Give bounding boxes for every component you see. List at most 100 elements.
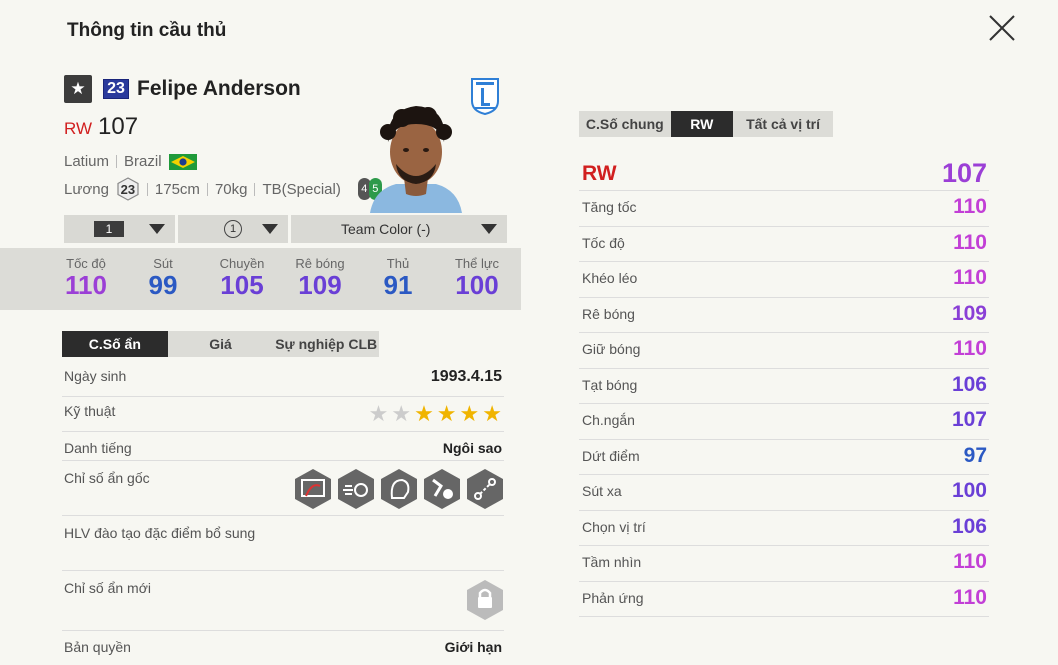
- attribute-value: 109: [951, 301, 987, 325]
- chevron-down-icon: [481, 224, 497, 234]
- trait-speed-dribbler-icon[interactable]: [337, 468, 375, 510]
- attribute-value: 110: [953, 550, 987, 573]
- summary-stat: Rê bóng 109: [295, 256, 345, 300]
- team-color-value: Team Color (-): [341, 221, 431, 237]
- attribute-row: Phản ứng 110: [579, 582, 989, 617]
- attribute-label: Tầm nhìn: [582, 554, 642, 570]
- coach-traits-row: HLV đào tạo đặc điểm bổ sung: [62, 516, 504, 571]
- summary-stat: Thể lực 100: [454, 256, 500, 300]
- lock-icon[interactable]: [466, 579, 504, 621]
- birth-date: 1993.4.15: [430, 368, 502, 385]
- attribute-value: 100: [951, 479, 987, 502]
- player-overall: 107: [98, 113, 139, 140]
- attribute-value: 110: [953, 585, 987, 609]
- attribute-value: 97: [963, 443, 987, 467]
- attribute-row: Rê bóng 109: [579, 298, 989, 333]
- attribute-row: Chọn vị trí 106: [579, 511, 989, 546]
- salary-badge: 23: [116, 177, 140, 201]
- attribute-row: Tăng tốc 110: [579, 191, 989, 227]
- club-nation-line: Latium Brazil: [64, 153, 197, 170]
- attribute-label: Ch.ngắn: [582, 412, 635, 428]
- star-icon: ★: [482, 401, 502, 426]
- copyright-row: Bản quyền Giới hạn: [64, 639, 502, 655]
- attribute-row: Sút xa 100: [579, 475, 989, 511]
- level-dropdown[interactable]: 1: [64, 215, 175, 243]
- skill-row: Kỹ thuật ★ ★ ★ ★ ★ ★: [62, 397, 504, 432]
- tab-hidden-stats[interactable]: C.Số ẩn: [62, 331, 168, 357]
- club-name: Latium: [64, 153, 110, 170]
- attribute-row: Tầm nhìn 110: [579, 546, 989, 582]
- trait-skill-moves-icon[interactable]: [423, 468, 461, 510]
- player-header: ★ 23 Felipe Anderson: [64, 75, 301, 103]
- trait-finesse-shot-icon[interactable]: [294, 468, 332, 510]
- attribute-value: 106: [951, 514, 987, 538]
- attribute-row: Giữ bóng 110: [579, 333, 989, 369]
- copyright-value: Giới hạn: [444, 639, 502, 655]
- attribute-row: Ch.ngắn 107: [579, 404, 989, 440]
- fame-row: Danh tiếng Ngôi sao: [62, 432, 504, 461]
- star-icon: ★: [368, 401, 389, 426]
- training-value: 1: [224, 220, 242, 238]
- player-position: RW: [64, 119, 93, 138]
- attribute-label: Tăng tốc: [582, 199, 637, 215]
- trait-icons: [294, 468, 504, 510]
- brazil-flag-icon: [168, 153, 197, 170]
- attribute-label: Tạt bóng: [582, 376, 638, 393]
- star-icon: ★: [414, 401, 434, 426]
- attribute-label: Chọn vị trí: [582, 518, 646, 535]
- attribute-row: Tạt bóng 106: [579, 369, 989, 404]
- skill-stars: ★ ★ ★ ★ ★ ★: [369, 401, 502, 427]
- page-title: Thông tin cầu thủ: [67, 20, 227, 41]
- attribute-label: Phản ứng: [582, 589, 644, 606]
- star-icon: ★: [391, 401, 412, 426]
- star-icon: ★: [459, 401, 480, 426]
- fame-value: Ngôi sao: [442, 440, 502, 456]
- player-meta-line: Lương 23 175cm 70kg TB(Special) 4 5: [64, 177, 382, 201]
- attribute-value: 110: [953, 337, 987, 360]
- attribute-value: 110: [953, 195, 987, 218]
- attribute-row: Dứt điểm 97: [579, 440, 989, 475]
- tab-position-rw[interactable]: RW: [670, 111, 734, 137]
- close-icon[interactable]: [986, 12, 1018, 44]
- level-value: 1: [94, 221, 124, 237]
- right-tab-bar: C.Số chung RW Tất cả vị trí: [579, 111, 833, 137]
- left-tab-bar: C.Số ẩn Giá Sự nghiệp CLB: [62, 331, 379, 357]
- attribute-label: Giữ bóng: [582, 341, 641, 357]
- favorite-star-icon[interactable]: ★: [64, 75, 92, 103]
- body-type: TB(Special): [262, 180, 341, 198]
- attribute-label: Dứt điểm: [582, 447, 640, 464]
- tab-general-stats[interactable]: C.Số chung: [579, 111, 671, 137]
- summary-stat: Thủ 91: [383, 256, 413, 300]
- summary-stat: Sút 99: [148, 256, 178, 300]
- birth-row: Ngày sinh 1993.4.15: [62, 362, 504, 397]
- club-logo-icon: [471, 78, 499, 115]
- attribute-value: 106: [951, 372, 987, 396]
- new-hidden-row: Chỉ số ẩn mới: [62, 571, 504, 631]
- position-rating-row: RW 107: [579, 157, 989, 191]
- attribute-value: 110: [953, 230, 987, 254]
- attribute-label: Khéo léo: [582, 270, 638, 286]
- player-weight: 70kg: [214, 180, 248, 198]
- position-rating: RW 107: [64, 113, 138, 141]
- attribute-value: 110: [953, 266, 987, 289]
- tab-all-positions[interactable]: Tất cả vị trí: [733, 111, 833, 137]
- trait-playmaker-icon[interactable]: [466, 468, 504, 510]
- player-portrait: [370, 106, 462, 213]
- hidden-traits-row: Chỉ số ẩn gốc: [62, 461, 504, 516]
- summary-stats: Tốc độ 110 Sút 99 Chuyền 105 Rê bóng 109…: [0, 248, 521, 310]
- attribute-row: Tốc độ 110: [579, 227, 989, 262]
- salary-label: Lương: [64, 180, 109, 198]
- trait-flair-icon[interactable]: [380, 468, 418, 510]
- star-icon: ★: [436, 401, 457, 426]
- tab-club-career[interactable]: Sự nghiệp CLB: [273, 331, 379, 357]
- attribute-label: Tốc độ: [582, 234, 625, 251]
- tab-price[interactable]: Giá: [168, 331, 274, 357]
- summary-stat: Chuyền 105: [219, 256, 265, 300]
- player-height: 175cm: [154, 180, 200, 198]
- season-badge: 23: [103, 79, 129, 99]
- attribute-label: Rê bóng: [582, 305, 635, 322]
- chevron-down-icon: [149, 224, 165, 234]
- attribute-label: Sút xa: [582, 483, 622, 499]
- team-color-dropdown[interactable]: Team Color (-): [291, 215, 507, 243]
- training-dropdown[interactable]: 1: [178, 215, 288, 243]
